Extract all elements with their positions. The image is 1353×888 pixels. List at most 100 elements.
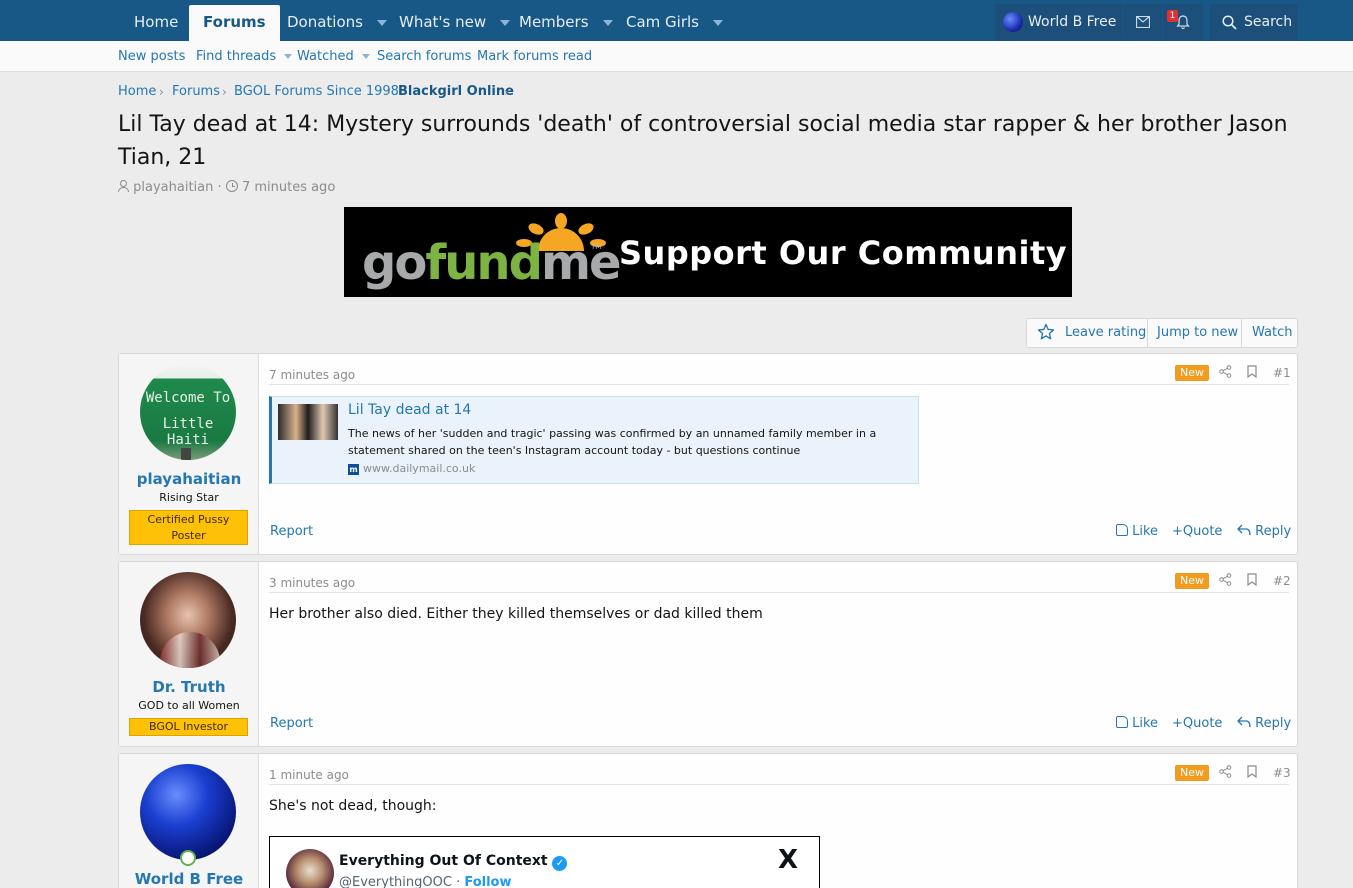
breadcrumb-blackgirl[interactable]: Blackgirl Online	[398, 84, 514, 100]
post-number[interactable]: #3	[1273, 766, 1291, 780]
user-icon	[118, 180, 129, 192]
tweet-embed[interactable]: Everything Out Of Context ✓ @EverythingO…	[269, 836, 820, 888]
link-preview-card[interactable]: Lil Tay dead at 14 The news of her 'sudd…	[269, 396, 919, 484]
alerts-button[interactable]: 1	[1163, 4, 1203, 41]
page-title: Lil Tay dead at 14: Mystery surrounds 'd…	[118, 112, 1288, 170]
quote-button[interactable]: +Quote	[1172, 524, 1222, 539]
user-badge: Certified Pussy Poster	[129, 510, 248, 545]
search-forums-link[interactable]: Search forums	[377, 41, 471, 72]
share-icon[interactable]	[1219, 573, 1232, 589]
link-title[interactable]: Lil Tay dead at 14	[348, 402, 471, 418]
inbox-button[interactable]	[1124, 4, 1162, 41]
star-icon[interactable]	[1037, 323, 1055, 352]
envelope-icon	[1136, 16, 1150, 28]
tab-whats-new[interactable]: What's new	[399, 5, 511, 41]
link-description: The news of her 'sudden and tragic' pass…	[348, 427, 877, 457]
avatar[interactable]	[140, 572, 236, 668]
bookmark-icon[interactable]	[1247, 365, 1257, 381]
post-number[interactable]: #1	[1273, 366, 1291, 380]
gofundme-banner[interactable]: gofundme TM Support Our Community	[344, 207, 1072, 297]
like-button[interactable]: Like	[1116, 716, 1158, 731]
breadcrumb-home[interactable]: Home	[118, 84, 156, 100]
chevron-right-icon: ›	[504, 85, 509, 99]
post-body: Her brother also died. Either they kille…	[269, 606, 763, 622]
x-logo-icon[interactable]: X	[778, 845, 798, 875]
reply-icon	[1237, 716, 1251, 728]
tweet-handle[interactable]: @EverythingOOC	[339, 875, 452, 888]
chevron-down-icon[interactable]	[602, 19, 613, 26]
search-icon	[1222, 15, 1237, 30]
thread-meta: playahaitian · 7 minutes ago	[118, 180, 335, 196]
tweet-account-name[interactable]: Everything Out Of Context	[339, 853, 548, 869]
breadcrumb-forums[interactable]: Forums	[172, 84, 220, 100]
favicon: m	[348, 464, 359, 475]
avatar[interactable]: Welcome To Little Haiti	[140, 364, 236, 460]
reply-button[interactable]: Reply	[1237, 524, 1291, 539]
thread-actions: Leave rating Jump to new Watch	[1026, 318, 1298, 348]
user-pane: Welcome To Little Haiti playahaitian Ris…	[119, 354, 259, 554]
banner-tagline: Support Our Community	[619, 234, 1068, 272]
chevron-right-icon: ›	[159, 85, 164, 99]
thread-author[interactable]: playahaitian	[133, 180, 213, 195]
avatar	[1003, 12, 1023, 32]
like-button[interactable]: Like	[1116, 524, 1158, 539]
post-number[interactable]: #2	[1273, 574, 1291, 588]
jump-to-new-button[interactable]: Jump to new	[1157, 319, 1238, 347]
chevron-down-icon[interactable]	[284, 54, 293, 59]
tab-forums[interactable]: Forums	[189, 5, 280, 41]
watch-button[interactable]: Watch	[1252, 319, 1292, 347]
breadcrumb-bgol[interactable]: BGOL Forums Since 1998	[234, 84, 399, 100]
watched-link[interactable]: Watched	[297, 41, 370, 72]
chevron-down-icon[interactable]	[500, 19, 511, 26]
thumbs-up-icon	[1116, 524, 1128, 536]
username[interactable]: Dr. Truth	[119, 678, 259, 696]
new-badge: New	[1175, 365, 1209, 381]
find-threads-link[interactable]: Find threads	[196, 41, 293, 72]
account-username: World B Free	[1028, 14, 1117, 30]
new-posts-link[interactable]: New posts	[118, 41, 185, 72]
top-navigation: Home Forums Donations What's new Members…	[0, 0, 1353, 41]
share-icon[interactable]	[1219, 365, 1232, 381]
reply-button[interactable]: Reply	[1237, 716, 1291, 731]
verified-icon: ✓	[552, 856, 568, 871]
user-title: Rising Star	[159, 491, 219, 504]
post-2: Dr. Truth GOD to all Women BGOL Investor…	[118, 561, 1298, 747]
account-menu[interactable]: World B Free	[995, 4, 1123, 41]
chevron-down-icon[interactable]	[361, 54, 370, 59]
user-pane: Dr. Truth GOD to all Women BGOL Investor	[119, 562, 259, 746]
report-link[interactable]: Report	[270, 524, 313, 539]
plus-icon: +	[1172, 716, 1183, 731]
tweet-avatar	[286, 849, 334, 888]
username[interactable]: playahaitian	[119, 470, 259, 488]
search-button[interactable]: Search	[1210, 4, 1298, 41]
leave-rating-button[interactable]: Leave rating	[1065, 319, 1146, 347]
clock-icon	[225, 180, 238, 192]
link-thumbnail	[278, 404, 338, 440]
chevron-down-icon[interactable]	[376, 19, 387, 26]
trademark: TM	[591, 243, 602, 251]
avatar[interactable]	[140, 764, 236, 860]
post-time[interactable]: 3 minutes ago	[269, 576, 355, 590]
new-badge: New	[1175, 765, 1209, 781]
tab-cam-girls[interactable]: Cam Girls	[626, 5, 723, 41]
link-domain: www.dailymail.co.uk	[363, 462, 476, 475]
tab-members[interactable]: Members	[519, 5, 613, 41]
quote-button[interactable]: +Quote	[1172, 716, 1222, 731]
bell-icon	[1176, 15, 1190, 30]
thread-time: 7 minutes ago	[241, 180, 336, 195]
bookmark-icon[interactable]	[1247, 765, 1257, 781]
tab-donations[interactable]: Donations	[287, 5, 387, 41]
username[interactable]: World B Free	[119, 870, 259, 888]
chevron-down-icon[interactable]	[713, 19, 723, 26]
bookmark-icon[interactable]	[1247, 573, 1257, 589]
report-link[interactable]: Report	[270, 716, 313, 731]
thumbs-up-icon	[1116, 716, 1128, 728]
follow-link[interactable]: Follow	[464, 875, 511, 888]
share-icon[interactable]	[1219, 765, 1232, 781]
tab-home[interactable]: Home	[134, 5, 178, 41]
post-time[interactable]: 7 minutes ago	[269, 368, 355, 382]
mark-forums-read-link[interactable]: Mark forums read	[477, 41, 592, 72]
post-time[interactable]: 1 minute ago	[269, 768, 349, 782]
user-badge: BGOL Investor	[129, 718, 248, 736]
reply-icon	[1237, 524, 1251, 536]
